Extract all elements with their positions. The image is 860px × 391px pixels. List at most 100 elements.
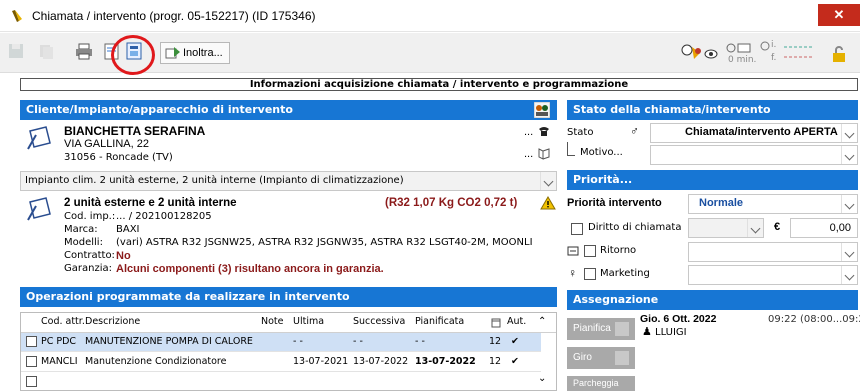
diritto-label: Diritto di chiamata xyxy=(588,222,682,233)
garanzia-label: Garanzia: xyxy=(64,263,112,274)
scroll-down-icon[interactable]: ⌄ xyxy=(538,373,546,384)
row-aut-check-icon: ✔ xyxy=(511,336,519,347)
row-checkbox[interactable] xyxy=(26,356,37,367)
cod-imp-value: ... / 202100128205 xyxy=(116,211,212,222)
giro-label: Giro xyxy=(573,352,592,363)
app-logo-icon xyxy=(12,10,22,22)
giro-button[interactable]: Giro xyxy=(567,347,635,369)
amount-input[interactable]: 0,00 xyxy=(790,218,858,238)
status-person-icon: ♂ xyxy=(630,124,639,138)
marketing-select[interactable] xyxy=(688,265,858,285)
row-checkbox[interactable] xyxy=(26,336,37,347)
return-icon xyxy=(567,246,579,256)
motivo-select[interactable] xyxy=(650,145,858,165)
gas-info: (R32 1,07 Kg CO2 0,72 t) xyxy=(385,197,518,209)
diritto-checkbox[interactable] xyxy=(571,223,583,235)
row-desc: MANUTENZIONE POMPA DI CALORE xyxy=(85,336,253,347)
modelli-label: Modelli: xyxy=(64,237,103,248)
ritorno-checkbox[interactable] xyxy=(584,245,596,257)
client-name: BIANCHETTA SERAFINA xyxy=(64,124,206,138)
client-card-icon xyxy=(27,126,51,150)
marketing-label: Marketing xyxy=(600,268,650,279)
technician-status-icon[interactable] xyxy=(680,43,720,63)
col-cod-attr[interactable]: Cod. attr. xyxy=(41,316,85,327)
phone-ellipsis: ... xyxy=(524,126,534,138)
forward-icon xyxy=(165,47,180,59)
print-icon[interactable] xyxy=(74,41,94,61)
priorita-header-label[interactable]: Priorità... xyxy=(573,173,632,186)
operazioni-table: Cod. attr. Descrizione Note Ultima Succe… xyxy=(20,312,557,391)
col-successiva[interactable]: Successiva xyxy=(353,316,405,327)
marketing-checkbox[interactable] xyxy=(584,268,596,280)
assign-time: 09:22 (08:00...09:22) xyxy=(768,314,860,325)
tree-connector xyxy=(567,142,575,156)
chevron-down-icon xyxy=(747,219,763,237)
marketing-person-icon: ♀ xyxy=(568,266,577,280)
table-row[interactable]: MANCLI Manutenzione Condizionatore 13-07… xyxy=(21,353,541,372)
title-bar: Chiamata / intervento (progr. 05-152217)… xyxy=(0,0,860,32)
diritto-select[interactable] xyxy=(688,218,764,238)
client-address: VIA GALLINA, 22 xyxy=(64,138,149,150)
row-aut-check-icon: ✔ xyxy=(511,356,519,367)
contratto-value: No xyxy=(116,250,131,262)
col-aut[interactable]: Aut. xyxy=(507,316,526,327)
row-cod: MANCLI xyxy=(41,356,78,367)
stato-select[interactable]: Chiamata/intervento APERTA xyxy=(650,123,858,143)
pianifica-label: Pianifica xyxy=(573,323,611,334)
row-pianificata: 13-07-2022 xyxy=(415,356,476,367)
cliente-header-label: Cliente/Impianto/apparecchio di interven… xyxy=(26,103,293,116)
warning-icon[interactable] xyxy=(540,196,556,210)
amount-value: 0,00 xyxy=(829,222,851,234)
marca-label: Marca: xyxy=(64,224,98,235)
section-banner: Informazioni acquisizione chiamata / int… xyxy=(20,78,858,91)
row-checkbox[interactable] xyxy=(26,376,37,387)
col-note[interactable]: Note xyxy=(261,316,284,327)
chevron-down-icon xyxy=(841,266,857,284)
client-city: 31056 - Roncade (TV) xyxy=(64,152,173,163)
row-successiva: 13-07-2022 xyxy=(353,356,409,367)
ritorno-select[interactable] xyxy=(688,242,858,262)
close-button[interactable]: ✕ xyxy=(818,4,860,26)
status-icons: 0 min. i. f. xyxy=(680,39,860,67)
priorita-value: Normale xyxy=(699,197,744,209)
row-desc: Manutenzione Condizionatore xyxy=(85,356,227,367)
operazioni-section-header: Operazioni programmate da realizzare in … xyxy=(20,287,557,307)
giro-square-icon xyxy=(615,351,629,365)
inoltra-label: Inoltra... xyxy=(183,47,223,59)
col-pianificata[interactable]: Pianificata xyxy=(415,316,464,327)
pianifica-button[interactable]: Pianifica xyxy=(567,318,635,340)
map-icon[interactable] xyxy=(538,148,550,160)
stato-section-header: Stato della chiamata/intervento xyxy=(567,100,858,120)
table-row[interactable]: PC PDC MANUTENZIONE POMPA DI CALORE - - … xyxy=(21,333,541,352)
col-descrizione[interactable]: Descrizione xyxy=(85,316,140,327)
row-n: 12 xyxy=(489,336,502,347)
col-ultima[interactable]: Ultima xyxy=(293,316,324,327)
stato-value: Chiamata/intervento APERTA xyxy=(685,126,838,138)
flag-f-label: f. xyxy=(771,53,777,63)
operazioni-header-label: Operazioni programmate da realizzare in … xyxy=(26,290,350,303)
tech-person-icon: ♟ xyxy=(642,326,652,338)
chevron-down-icon xyxy=(540,172,556,190)
modelli-value: (vari) ASTRA R32 JSGNW25, ASTRA R32 JSGN… xyxy=(116,237,533,248)
stato-header-label: Stato della chiamata/intervento xyxy=(573,103,771,116)
assegnazione-section-header: Assegnazione xyxy=(567,290,858,310)
impianto-select[interactable]: Impianto clim. 2 unità esterne, 2 unità … xyxy=(20,171,557,191)
chevron-down-icon xyxy=(841,243,857,261)
motivo-label[interactable]: Motivo... xyxy=(580,147,623,158)
parcheggia-button[interactable]: Parcheggia xyxy=(567,376,635,391)
stato-label: Stato xyxy=(567,127,594,138)
copy-icon[interactable] xyxy=(36,41,56,61)
inoltra-button[interactable]: Inoltra... xyxy=(160,42,230,64)
lock-icon[interactable] xyxy=(830,45,848,63)
priorita-select[interactable]: Normale xyxy=(688,194,858,214)
row-n: 12 xyxy=(489,356,502,367)
row-cod: PC PDC xyxy=(41,336,77,347)
calendar-icon xyxy=(491,318,501,328)
people-icon[interactable] xyxy=(534,102,550,118)
phone-icon[interactable] xyxy=(538,125,550,137)
scroll-up-icon[interactable]: ⌃ xyxy=(538,316,546,327)
parcheggia-label: Parcheggia xyxy=(573,378,619,388)
window-title: Chiamata / intervento (progr. 05-152217)… xyxy=(32,9,316,23)
row-ultima: 13-07-2021 xyxy=(293,356,349,367)
save-icon[interactable] xyxy=(6,41,26,61)
